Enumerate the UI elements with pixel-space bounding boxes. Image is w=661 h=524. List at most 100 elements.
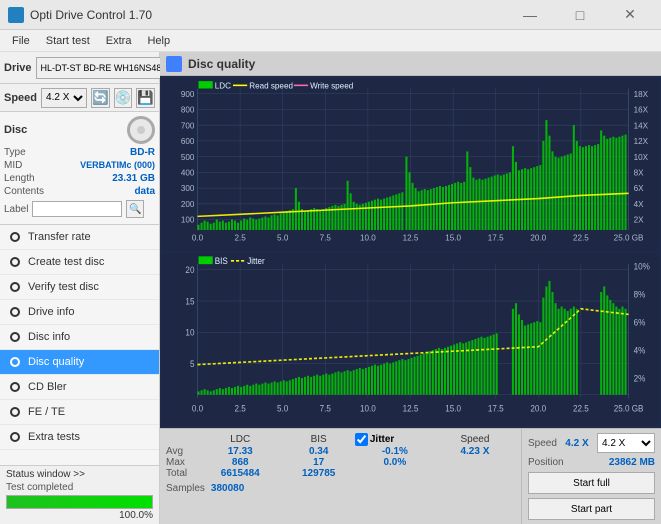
charts-area: 900 800 700 600 500 400 300 200 100 18X …: [160, 76, 661, 428]
max-label: Max: [166, 457, 198, 468]
menu-start-test[interactable]: Start test: [38, 33, 98, 49]
disc-quality-icon: [8, 355, 22, 369]
menu-help[interactable]: Help: [139, 33, 178, 49]
avg-jitter: -0.1%: [355, 446, 435, 457]
jitter-label: Jitter: [370, 434, 394, 445]
drive-selector[interactable]: HL-DT-ST BD-RE WH16NS48: [36, 57, 180, 79]
svg-text:5.0: 5.0: [277, 403, 289, 413]
svg-text:800: 800: [181, 105, 195, 114]
sidebar-item-transfer-rate[interactable]: Transfer rate: [0, 225, 159, 250]
max-ldc: 868: [198, 457, 282, 468]
speed-stat-label: Speed: [528, 438, 557, 449]
stats-table: LDC BIS Jitter Speed: [160, 429, 521, 524]
progress-bar: [6, 495, 153, 509]
top-chart: 900 800 700 600 500 400 300 200 100 18X …: [162, 78, 659, 251]
status-window-btn[interactable]: Status window >>: [6, 469, 153, 480]
disc-length-row: Length 23.31 GB: [4, 172, 155, 185]
total-row: Total 6615484 129785: [166, 468, 515, 479]
disc-type-row: Type BD-R: [4, 146, 155, 159]
position-value: 23862 MB: [609, 457, 655, 468]
speed-stat-row: Speed 4.2 X 4.2 X: [528, 433, 655, 453]
speed-selector[interactable]: 4.2 X: [41, 88, 87, 108]
nav-menu: Transfer rate Create test disc Verify te…: [0, 225, 159, 465]
disc-panel: Disc Type BD-R MID VERBATIMc (000) Lengt…: [0, 112, 159, 225]
menu-file[interactable]: File: [4, 33, 38, 49]
ldc-header: LDC: [198, 433, 282, 446]
svg-text:10%: 10%: [634, 261, 651, 271]
svg-text:2%: 2%: [634, 373, 646, 383]
sidebar-item-disc-quality[interactable]: Disc quality: [0, 350, 159, 375]
svg-text:10X: 10X: [634, 153, 649, 162]
sidebar-item-verify-test-disc[interactable]: Verify test disc: [0, 275, 159, 300]
sidebar-item-drive-info[interactable]: Drive info: [0, 300, 159, 325]
svg-text:900: 900: [181, 90, 195, 99]
total-label: Total: [166, 468, 198, 479]
menu-extra[interactable]: Extra: [98, 33, 140, 49]
svg-text:20.0: 20.0: [530, 403, 546, 413]
svg-text:10.0: 10.0: [360, 233, 376, 242]
start-part-button[interactable]: Start part: [528, 498, 655, 520]
svg-text:12.5: 12.5: [403, 403, 419, 413]
svg-text:4X: 4X: [634, 200, 644, 209]
stats-area: LDC BIS Jitter Speed: [160, 428, 661, 524]
disc-label-btn[interactable]: 🔍: [126, 200, 144, 218]
app-icon: [8, 7, 24, 23]
close-button[interactable]: ✕: [607, 1, 653, 29]
create-test-disc-icon: [8, 255, 22, 269]
svg-text:7.5: 7.5: [320, 403, 332, 413]
sidebar-item-extra-tests[interactable]: Extra tests: [0, 425, 159, 450]
svg-text:4%: 4%: [634, 345, 646, 355]
sidebar-item-fe-te[interactable]: FE / TE: [0, 400, 159, 425]
svg-text:15.0: 15.0: [445, 233, 461, 242]
sidebar-item-create-test-disc[interactable]: Create test disc: [0, 250, 159, 275]
position-stat-row: Position 23862 MB: [528, 457, 655, 468]
app-title: Opti Drive Control 1.70: [30, 8, 152, 22]
maximize-button[interactable]: □: [557, 1, 603, 29]
status-text: Test completed: [6, 482, 73, 493]
svg-text:6X: 6X: [634, 184, 644, 193]
jitter-checkbox[interactable]: [355, 433, 368, 446]
total-ldc: 6615484: [198, 468, 282, 479]
samples-value: 380080: [211, 483, 244, 494]
sidebar-item-cd-bler[interactable]: CD Bler: [0, 375, 159, 400]
svg-text:700: 700: [181, 121, 195, 130]
avg-ldc: 17.33: [198, 446, 282, 457]
drive-info-icon: [8, 305, 22, 319]
jitter-checkbox-label[interactable]: Jitter: [355, 433, 435, 446]
disc-icon: [127, 116, 155, 144]
svg-text:5.0: 5.0: [277, 233, 289, 242]
bis-header: BIS: [282, 433, 354, 446]
svg-text:300: 300: [181, 184, 195, 193]
svg-text:14X: 14X: [634, 121, 649, 130]
avg-speed: 4.23 X: [435, 446, 515, 457]
speed-btn3[interactable]: 💾: [136, 88, 155, 108]
minimize-button[interactable]: —: [507, 1, 553, 29]
speed-dropdown[interactable]: 4.2 X: [597, 433, 655, 453]
speed-header: Speed: [435, 433, 515, 446]
transfer-rate-icon: [8, 230, 22, 244]
svg-text:2.5: 2.5: [234, 233, 246, 242]
svg-text:7.5: 7.5: [320, 233, 332, 242]
avg-bis: 0.34: [282, 446, 354, 457]
speed-btn1[interactable]: 🔄: [91, 88, 110, 108]
svg-text:25.0 GB: 25.0 GB: [614, 403, 644, 413]
svg-text:12.5: 12.5: [403, 233, 419, 242]
menu-bar: File Start test Extra Help: [0, 30, 661, 52]
chart-header: Disc quality: [160, 52, 661, 76]
disc-label-input[interactable]: [32, 201, 122, 217]
sidebar-item-disc-info[interactable]: Disc info: [0, 325, 159, 350]
svg-text:8%: 8%: [634, 289, 646, 299]
right-content: Disc quality: [160, 52, 661, 524]
svg-text:12X: 12X: [634, 137, 649, 146]
speed-btn2[interactable]: 💿: [114, 88, 133, 108]
svg-text:BIS: BIS: [215, 256, 228, 266]
svg-text:22.5: 22.5: [573, 403, 589, 413]
svg-text:22.5: 22.5: [573, 233, 589, 242]
start-full-button[interactable]: Start full: [528, 472, 655, 494]
svg-text:400: 400: [181, 168, 195, 177]
fe-te-icon: [8, 405, 22, 419]
bis-chart-svg: 20 15 10 5 10% 8% 6% 4% 2% 0.0 2.5 5.0: [162, 253, 659, 426]
max-row: Max 868 17 0.0%: [166, 457, 515, 468]
svg-text:5: 5: [190, 358, 195, 368]
bottom-chart: 20 15 10 5 10% 8% 6% 4% 2% 0.0 2.5 5.0: [162, 253, 659, 426]
